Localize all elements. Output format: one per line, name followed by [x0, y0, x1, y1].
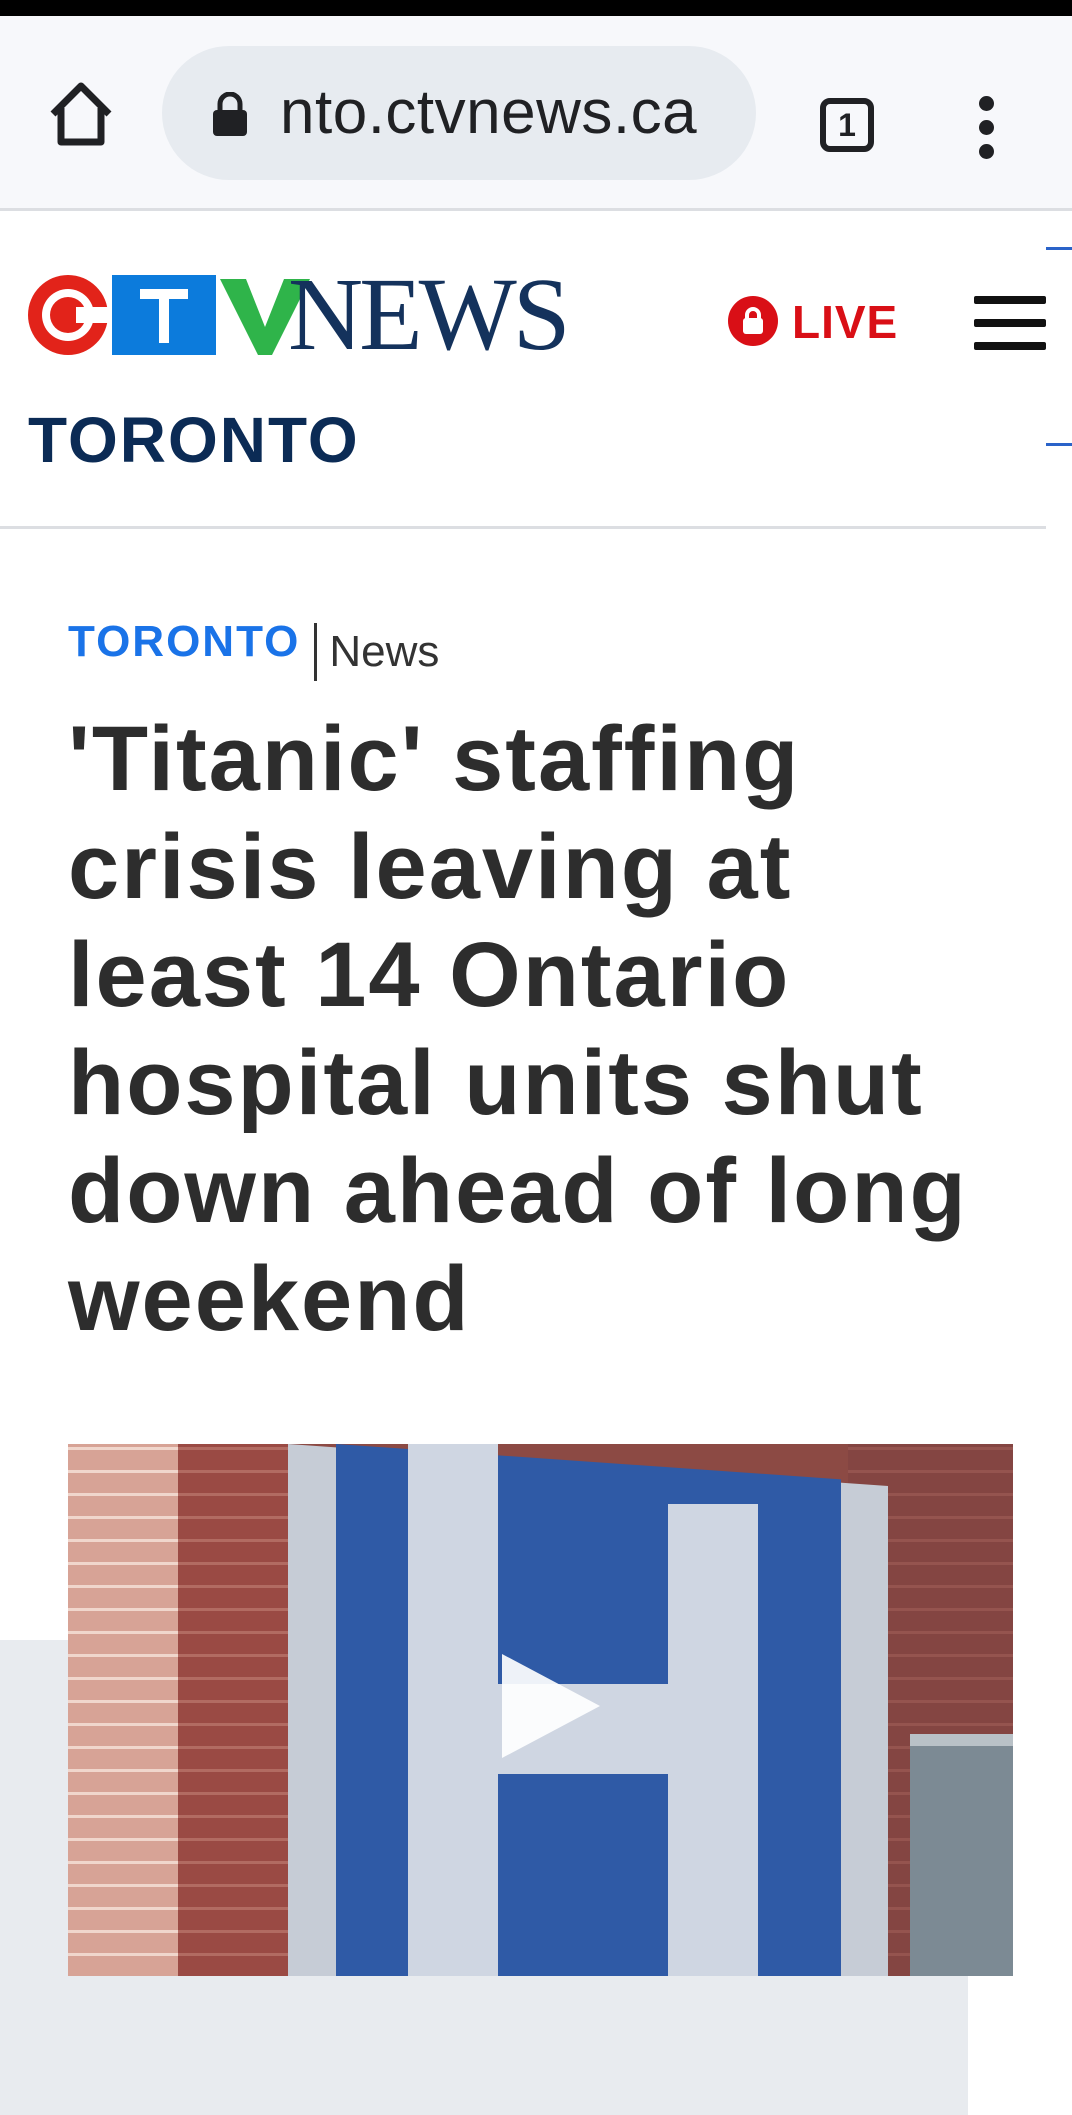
live-label: LIVE — [792, 296, 899, 348]
article-headline: 'Titanic' staffing crisis leaving at lea… — [68, 708, 968, 1350]
breadcrumb-category[interactable]: News — [329, 627, 439, 676]
video-frame-detail — [910, 1734, 1013, 1976]
lock-icon[interactable] — [210, 91, 250, 136]
url-text[interactable]: nto.ctvnews.ca — [280, 80, 750, 146]
site-city-label[interactable]: TORONTO — [28, 404, 360, 476]
logo-news: NEWS — [288, 257, 571, 372]
edge-mark — [1046, 247, 1072, 250]
address-bar[interactable]: nto.ctvnews.ca — [162, 46, 756, 180]
breadcrumb: TORONTO News — [68, 612, 439, 681]
header-divider — [0, 526, 1046, 529]
video-frame-detail — [178, 1444, 288, 1976]
home-icon[interactable] — [45, 78, 117, 150]
play-icon[interactable] — [502, 1654, 600, 1758]
tabs-icon[interactable]: 1 — [820, 98, 874, 152]
breadcrumb-city[interactable]: TORONTO — [68, 617, 300, 666]
hospital-h-bar — [668, 1504, 758, 1976]
status-bar — [0, 0, 1072, 16]
article-video[interactable] — [68, 1444, 1013, 1976]
logo-t — [112, 275, 216, 355]
video-frame-detail — [68, 1444, 178, 1976]
hamburger-menu-icon[interactable] — [974, 296, 1046, 350]
edge-mark — [1046, 443, 1072, 446]
lock-live-icon — [728, 296, 778, 346]
hospital-h-bar — [408, 1444, 498, 1976]
breadcrumb-separator — [314, 622, 318, 681]
more-vert-icon[interactable] — [970, 96, 1002, 160]
logo-c — [28, 275, 110, 355]
browser-toolbar: nto.ctvnews.ca 1 — [0, 16, 1072, 211]
